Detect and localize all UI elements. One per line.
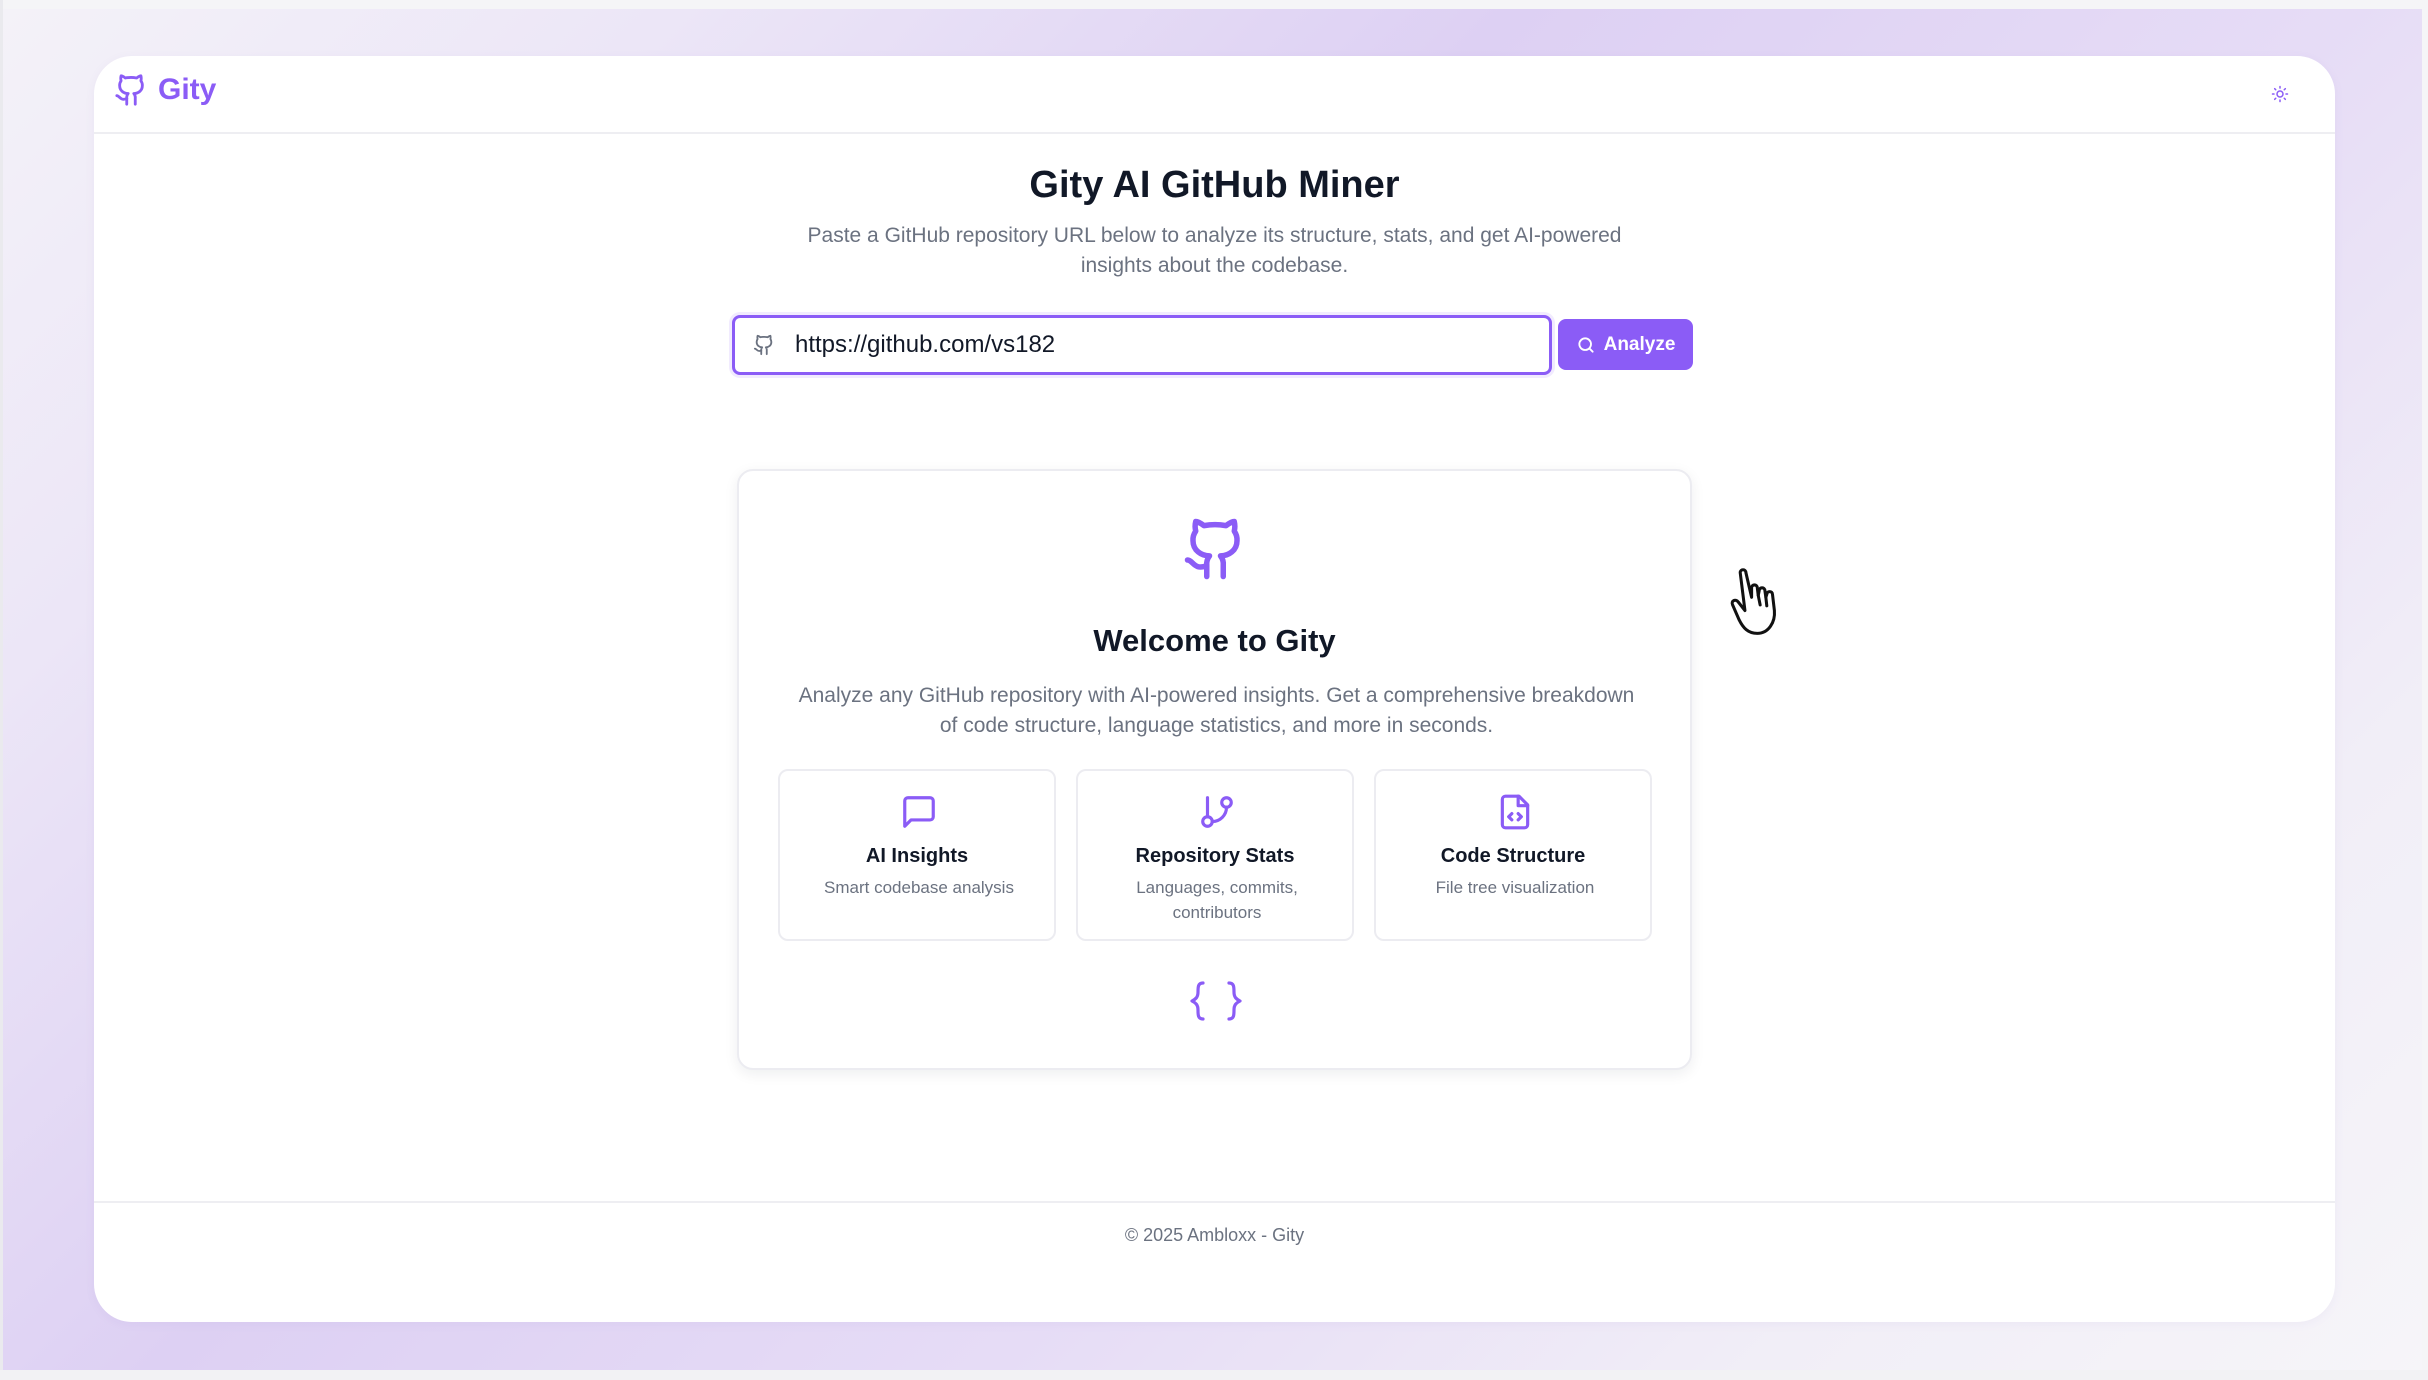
copyright-text: © 2025 Ambloxx - Gity [1124, 1225, 1305, 1245]
page-footer: © 2025 Ambloxx - Gity [94, 1201, 2335, 1322]
welcome-description: Analyze any GitHub repository with AI-po… [798, 684, 1635, 737]
app-window: Gity Gity AI GitHub Miner Paste a GitHub… [94, 56, 2335, 1322]
github-icon [115, 74, 144, 106]
feature-title: AI Insights [865, 845, 969, 867]
feature-title: Repository Stats [1135, 845, 1295, 867]
welcome-card: Welcome to Gity Analyze any GitHub repos… [737, 469, 1692, 1070]
message-square-icon [903, 796, 935, 828]
feature-subtitle: Smart codebase analysis [824, 878, 1014, 897]
sun-icon [2271, 85, 2289, 103]
repo-url-search-box[interactable] [732, 315, 1552, 375]
analyze-button-label: Analyze [1603, 333, 1676, 355]
feature-subtitle: File tree visualization [1435, 878, 1595, 897]
page-subtitle: Paste a GitHub repository URL below to a… [807, 224, 1622, 277]
top-header: Gity [94, 56, 2335, 134]
hand-pointer-cursor-icon [1730, 568, 1776, 635]
github-icon [753, 334, 773, 356]
search-icon [1578, 336, 1594, 353]
screen-frame-bottom [0, 1370, 2428, 1380]
welcome-title: Welcome to Gity [1093, 623, 1336, 658]
screen-frame-top [0, 0, 2428, 9]
feature-subtitle: Languages, commits, contributors [1136, 878, 1298, 922]
screen-frame-left [0, 0, 3, 1380]
feature-ai-insights: AI Insights Smart codebase analysis [778, 769, 1056, 941]
repo-url-input[interactable] [795, 324, 1535, 366]
analyze-button[interactable]: Analyze [1558, 319, 1693, 370]
brand-logo[interactable]: Gity [114, 71, 216, 109]
github-icon [1184, 518, 1240, 580]
feature-repository-stats: Repository Stats Languages, commits, con… [1076, 769, 1354, 941]
screen-frame-right [2422, 0, 2428, 1380]
feature-code-structure: Code Structure File tree visualization [1374, 769, 1652, 941]
feature-title: Code Structure [1440, 845, 1586, 867]
file-code-icon [1500, 794, 1530, 830]
braces-icon [1190, 981, 1242, 1021]
brand-name: Gity [158, 73, 217, 106]
git-branch-icon [1201, 796, 1233, 828]
page-title: Gity AI GitHub Miner [1029, 164, 1400, 206]
theme-toggle-button[interactable] [2263, 77, 2297, 111]
